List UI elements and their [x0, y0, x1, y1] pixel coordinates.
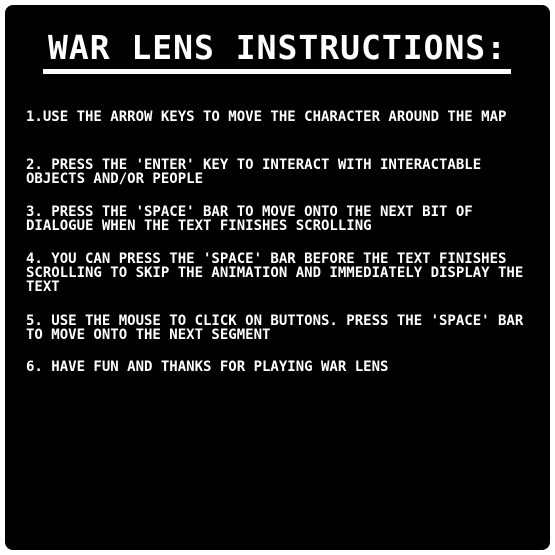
instruction-item-skip-animation: 4. YOU CAN PRESS THE 'SPACE' BAR BEFORE … [26, 252, 524, 294]
title-underline-divider [43, 69, 511, 74]
instruction-item-mouse-buttons: 5. USE THE MOUSE TO CLICK ON BUTTONS. PR… [26, 314, 524, 342]
instruction-item-thanks: 6. HAVE FUN AND THANKS FOR PLAYING WAR L… [26, 360, 389, 374]
page-title: WAR LENS INSTRUCTIONS: [47, 28, 508, 67]
instruction-item-movement: 1.USE THE ARROW KEYS TO MOVE THE CHARACT… [26, 110, 507, 124]
instruction-item-dialogue: 3. PRESS THE 'SPACE' BAR TO MOVE ONTO TH… [26, 205, 473, 233]
instruction-item-interact: 2. PRESS THE 'ENTER' KEY TO INTERACT WIT… [26, 158, 482, 186]
